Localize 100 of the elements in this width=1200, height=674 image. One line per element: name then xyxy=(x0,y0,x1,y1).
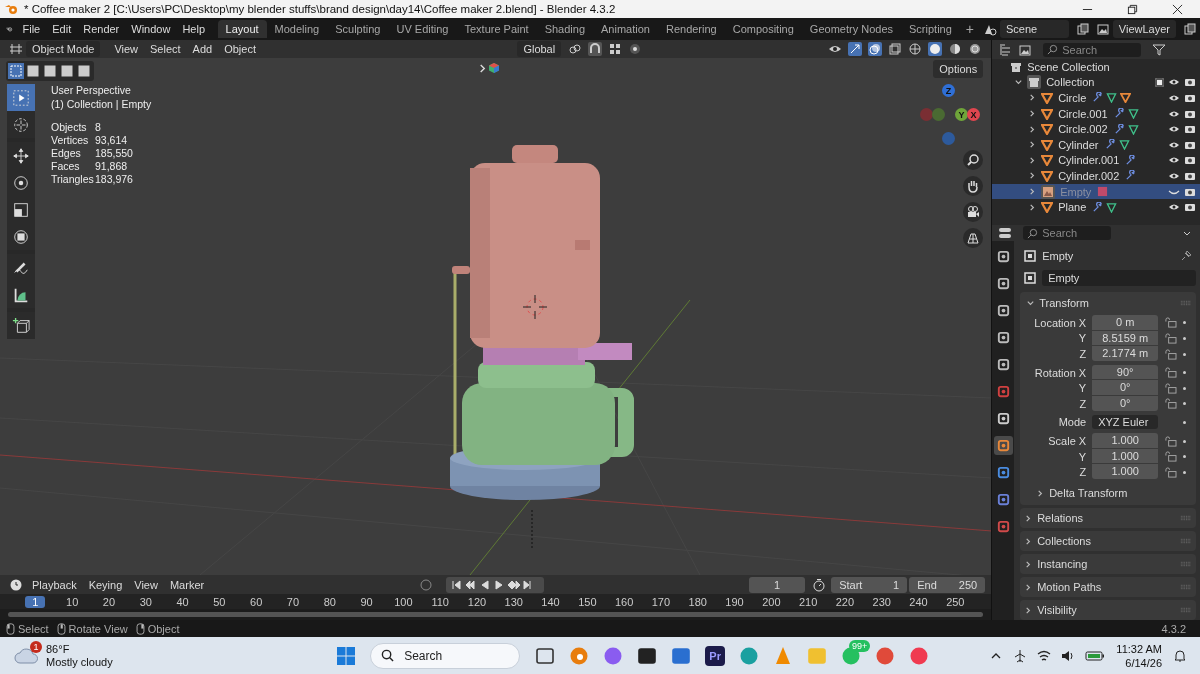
empty-object-icon[interactable] xyxy=(1023,271,1038,286)
menu-item[interactable]: Select xyxy=(144,43,187,55)
lock-icon[interactable] xyxy=(1164,382,1178,394)
menu-item[interactable]: Help xyxy=(176,23,212,35)
keyframe-dot[interactable] xyxy=(1183,386,1187,390)
grid-icon[interactable] xyxy=(963,228,983,248)
frame-number[interactable]: 60 xyxy=(237,595,275,608)
stopwatch-icon[interactable] xyxy=(812,577,827,592)
workspace-tab[interactable]: Sculpting xyxy=(327,20,389,38)
frame-number[interactable]: 150 xyxy=(568,595,606,608)
frame-number[interactable]: 20 xyxy=(90,595,128,608)
frame-number[interactable]: 190 xyxy=(716,595,753,608)
outliner-row[interactable]: Circle.001 xyxy=(992,105,1200,122)
lock-icon[interactable] xyxy=(1164,367,1178,379)
number-field[interactable]: 8.5159 m xyxy=(1092,330,1159,346)
frame-number[interactable]: 140 xyxy=(532,595,569,608)
checkbox[interactable] xyxy=(1155,77,1164,87)
workspace-tab[interactable]: Shading xyxy=(536,20,594,38)
clock-time[interactable]: 11:32 AM xyxy=(1116,641,1162,656)
wrench-icon[interactable] xyxy=(1125,170,1137,182)
frame-number[interactable]: 50 xyxy=(200,595,238,608)
frame-number[interactable]: 170 xyxy=(642,595,680,608)
wireframe-shading-icon[interactable] xyxy=(908,42,923,56)
solid-shading-icon[interactable] xyxy=(928,42,943,56)
display-mode-icon[interactable] xyxy=(998,42,1013,57)
camera-icon[interactable] xyxy=(963,202,983,222)
grid-snap-icon[interactable] xyxy=(608,42,623,56)
workspace-tab[interactable]: Modeling xyxy=(266,20,328,38)
frame-number[interactable]: 250 xyxy=(936,595,974,608)
xray-icon[interactable] xyxy=(888,42,903,56)
clock-icon[interactable] xyxy=(9,577,23,592)
material-shading-icon[interactable] xyxy=(948,42,963,56)
frame-number[interactable]: 70 xyxy=(274,595,312,608)
object-name-field[interactable]: Empty xyxy=(1042,270,1196,287)
wrench-icon[interactable] xyxy=(1092,92,1104,104)
copy-icon[interactable] xyxy=(1183,22,1197,36)
keyframe-dot[interactable] xyxy=(1183,352,1187,356)
camera-icon[interactable] xyxy=(1184,201,1196,214)
playback-controls[interactable] xyxy=(445,576,544,593)
frame-number[interactable]: 80 xyxy=(311,595,349,608)
outliner-row[interactable]: Cylinder.001 xyxy=(992,152,1200,169)
mesh-data-icon[interactable] xyxy=(1106,201,1118,213)
x-axis-ball[interactable]: X xyxy=(967,108,980,121)
outliner-item[interactable]: Scene Collection xyxy=(1027,60,1110,73)
view-layer-selector[interactable]: ViewLayer xyxy=(1112,20,1176,38)
object-tab-icon[interactable] xyxy=(993,436,1013,456)
workspace-tab[interactable]: Scripting xyxy=(901,20,960,38)
keyframe-dot[interactable] xyxy=(1183,420,1187,424)
collapsed-panel[interactable]: Relations xyxy=(1020,508,1196,528)
mode-dropdown[interactable]: XYZ Euler xyxy=(1092,414,1159,430)
speaker-icon[interactable] xyxy=(1061,648,1076,663)
frame-number[interactable]: 240 xyxy=(900,595,937,608)
orientation-dropdown[interactable]: Global xyxy=(517,41,562,57)
chevron-icon[interactable] xyxy=(1014,77,1024,87)
search-field[interactable]: Search xyxy=(370,642,521,669)
lock-icon[interactable] xyxy=(1164,398,1178,410)
keyframe-dot[interactable] xyxy=(1183,371,1187,375)
frame-number[interactable]: 1 xyxy=(25,595,46,608)
restore-icon[interactable] xyxy=(1127,3,1138,15)
clock-date[interactable]: 6/14/26 xyxy=(1125,655,1162,670)
premiere-app-button[interactable]: Pr xyxy=(698,640,733,671)
magnet-icon[interactable] xyxy=(588,42,603,56)
workspace-tab[interactable]: Layout xyxy=(217,20,267,38)
search-field[interactable]: Search xyxy=(1023,226,1112,241)
frame-number[interactable]: 160 xyxy=(605,595,643,608)
lock-icon[interactable] xyxy=(1164,317,1178,329)
menu-item[interactable]: Marker xyxy=(163,578,211,591)
mesh-data-icon[interactable] xyxy=(1127,108,1139,120)
menu-item[interactable]: View xyxy=(128,578,164,591)
axes-icon[interactable] xyxy=(9,42,23,56)
wrench-icon[interactable] xyxy=(1092,201,1104,213)
mesh-data-icon[interactable] xyxy=(1118,139,1130,151)
lock-icon[interactable] xyxy=(1164,435,1178,447)
wrench-icon[interactable] xyxy=(1125,154,1137,166)
workspace-tab[interactable]: Compositing xyxy=(724,20,802,38)
outliner-row[interactable]: Cylinder.002 xyxy=(992,168,1200,184)
frame-number[interactable]: 110 xyxy=(421,595,459,608)
frame-number[interactable]: 180 xyxy=(679,595,717,608)
number-field[interactable]: 0° xyxy=(1092,380,1159,396)
airplane-icon[interactable] xyxy=(1013,648,1028,663)
proportional-icon[interactable] xyxy=(628,42,643,56)
drag-handle-icon[interactable] xyxy=(1180,300,1192,307)
scrollbar[interactable] xyxy=(8,612,984,617)
select-mode-icon[interactable] xyxy=(25,63,41,79)
camera-icon[interactable] xyxy=(1184,92,1196,104)
wrench-icon[interactable] xyxy=(1113,108,1125,120)
zoom-icon[interactable] xyxy=(963,150,983,170)
panel-title[interactable]: Transform xyxy=(1039,297,1089,310)
record-icon[interactable] xyxy=(418,577,433,592)
overlay-toggle-icon[interactable] xyxy=(868,42,883,56)
frame-number[interactable]: 210 xyxy=(789,595,827,608)
workspace-tab[interactable]: Texture Paint xyxy=(456,20,537,38)
camera-icon[interactable] xyxy=(1184,76,1196,89)
cube-icon[interactable] xyxy=(488,62,500,74)
lock-icon[interactable] xyxy=(1164,466,1178,478)
subpanel-title[interactable]: Delta Transform xyxy=(1049,487,1128,499)
outliner-row[interactable]: Circle xyxy=(992,90,1200,106)
outliner-row[interactable]: Plane xyxy=(992,199,1200,215)
collapsed-panel[interactable]: Instancing xyxy=(1020,554,1196,574)
keyframe-dot[interactable] xyxy=(1183,402,1187,406)
